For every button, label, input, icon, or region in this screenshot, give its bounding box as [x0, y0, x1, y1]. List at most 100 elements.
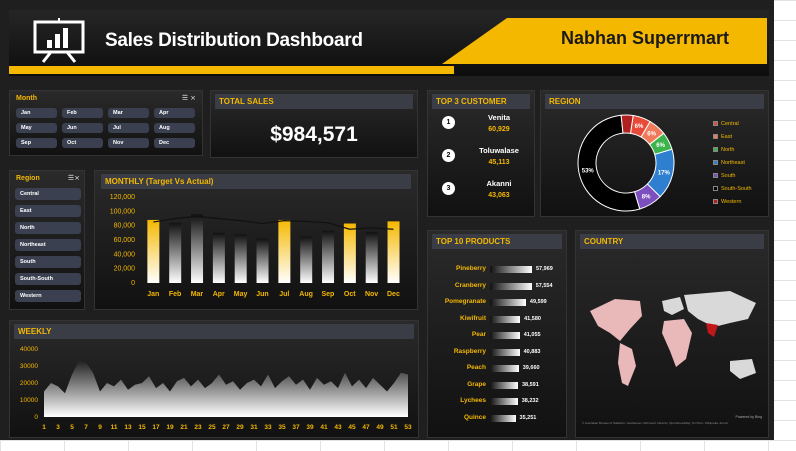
- monthly-bar-nov[interactable]: [365, 232, 378, 283]
- region-option-western[interactable]: Western: [15, 290, 81, 302]
- monthly-bar-dec[interactable]: [387, 221, 400, 283]
- weekly-x-tick: 27: [222, 424, 230, 431]
- month-option-oct[interactable]: Oct: [62, 138, 103, 148]
- region-option-central[interactable]: Central: [15, 188, 81, 200]
- weekly-x-tick: 53: [404, 424, 412, 431]
- region-option-northeast[interactable]: Northeast: [15, 239, 81, 251]
- product-name: Peach: [466, 364, 486, 371]
- legend-swatch: [713, 186, 718, 192]
- monthly-x-tick: Feb: [169, 291, 181, 298]
- total-sales-value: $984,571: [270, 123, 358, 146]
- weekly-x-tick: 31: [250, 424, 258, 431]
- weekly-x-tick: 23: [194, 424, 202, 431]
- product-bar-cranberry[interactable]: [490, 282, 532, 290]
- europe-region: [662, 297, 684, 315]
- month-option-dec[interactable]: Dec: [154, 138, 195, 148]
- customer-rank-badge: 1: [442, 116, 455, 129]
- product-bar-lychees[interactable]: [490, 398, 518, 405]
- monthly-bar-sep[interactable]: [322, 230, 335, 283]
- product-value: 38,232: [521, 398, 539, 404]
- monthly-bar-aug[interactable]: [300, 236, 313, 283]
- donut-slice-western[interactable]: [620, 114, 634, 134]
- monthly-x-tick: Jan: [147, 291, 159, 298]
- product-name: Cranberry: [454, 281, 486, 289]
- weekly-x-tick: 25: [208, 424, 216, 431]
- region-option-north[interactable]: North: [15, 222, 81, 234]
- month-option-feb[interactable]: Feb: [62, 108, 103, 118]
- weekly-x-tick: 49: [376, 424, 384, 431]
- weekly-x-tick: 9: [98, 424, 102, 431]
- weekly-x-tick: 21: [180, 424, 188, 431]
- product-value: 38,591: [521, 381, 539, 388]
- multi-select-icon[interactable]: ☰: [182, 95, 188, 102]
- product-bar-raspberry[interactable]: [490, 348, 520, 356]
- monthly-chart: 0 20,000 40,000 60,000 80,000 100,000 120,000 J…: [110, 194, 400, 298]
- donut-slice-label: 53%: [582, 169, 595, 175]
- product-bar-pineberry[interactable]: [490, 266, 532, 273]
- monthly-card: MONTHLY (Target Vs Actual) 0 20,000 40,000…: [94, 170, 418, 310]
- product-name: Grape: [467, 380, 486, 388]
- month-option-jul[interactable]: Jul: [108, 123, 149, 133]
- top-customers-card: TOP 3 CUSTOMER 1 Venita 60,929 2 Toluwalase 4…: [427, 90, 535, 217]
- region-option-south-south[interactable]: South-South: [15, 273, 81, 285]
- product-bar-kiwifruit[interactable]: [490, 315, 521, 323]
- legend-item-east: East: [713, 134, 732, 140]
- brand-first: Nabhan: [560, 28, 632, 48]
- month-option-apr[interactable]: Apr: [154, 108, 195, 118]
- product-bar-pear[interactable]: [490, 332, 520, 339]
- monthly-bar-oct[interactable]: [343, 223, 356, 283]
- legend-swatch: [713, 134, 718, 140]
- customer-value: 43,063: [488, 192, 510, 199]
- brand-second: Superrmart: [631, 28, 729, 48]
- product-name: Pomegranate: [444, 298, 486, 305]
- product-bar-pomegranate[interactable]: [490, 299, 526, 306]
- product-value: 35,251: [519, 414, 537, 421]
- product-bar-peach[interactable]: [490, 365, 519, 372]
- month-option-nov[interactable]: Nov: [108, 138, 149, 148]
- product-name: Kiwifruit: [460, 314, 486, 322]
- product-bar-quince[interactable]: [490, 414, 516, 422]
- monthly-bar-may[interactable]: [234, 234, 247, 283]
- month-option-may[interactable]: May: [16, 123, 57, 133]
- monthly-bar-jul[interactable]: [278, 219, 291, 283]
- monthly-bar-jun[interactable]: [256, 238, 269, 283]
- presentation-chart-icon: [33, 18, 85, 63]
- product-name: Quince: [463, 413, 486, 421]
- region-title: REGION: [545, 94, 764, 109]
- weekly-area[interactable]: [44, 360, 408, 417]
- legend-swatch: [713, 147, 718, 153]
- customer-rank-badge: 3: [442, 182, 455, 195]
- monthly-bar-mar[interactable]: [191, 214, 204, 283]
- product-bar-grape[interactable]: [490, 381, 518, 389]
- customer-rank-badge: 2: [442, 149, 455, 162]
- monthly-bar-apr[interactable]: [212, 232, 225, 283]
- month-option-jun[interactable]: Jun: [62, 123, 103, 133]
- month-option-sep[interactable]: Sep: [16, 138, 57, 148]
- region-option-south[interactable]: South: [15, 256, 81, 268]
- product-value: 49,599: [529, 299, 547, 305]
- south-america-region: [618, 343, 636, 386]
- monthly-bar-feb[interactable]: [169, 222, 182, 283]
- month-option-jan[interactable]: Jan: [16, 108, 57, 118]
- monthly-y-tick: 100,000: [110, 208, 135, 215]
- world-map[interactable]: [580, 271, 766, 411]
- monthly-x-tick: Aug: [299, 291, 313, 298]
- region-option-east[interactable]: East: [15, 205, 81, 217]
- clear-filter-icon[interactable]: ⨯: [74, 175, 80, 182]
- weekly-y-tick: 10000: [20, 397, 38, 404]
- month-option-aug[interactable]: Aug: [154, 123, 195, 133]
- monthly-x-tick: Oct: [344, 291, 356, 298]
- page-title: Sales Distribution Dashboard: [105, 30, 363, 51]
- month-option-mar[interactable]: Mar: [108, 108, 149, 118]
- clear-filter-icon[interactable]: ⨯: [190, 95, 196, 102]
- top-customers-title: TOP 3 CUSTOMER: [432, 94, 530, 109]
- slicer-icons: ☰⨯: [68, 174, 80, 182]
- monthly-bar-jan[interactable]: [147, 219, 160, 283]
- product-value: 39,660: [522, 365, 540, 371]
- north-america-region: [590, 299, 642, 341]
- monthly-y-tick: 120,000: [110, 194, 135, 201]
- weekly-x-tick: 51: [390, 424, 398, 431]
- dashboard: Sales Distribution Dashboard Nabhan Supe…: [0, 0, 774, 440]
- weekly-x-tick: 13: [124, 424, 132, 431]
- monthly-x-tick: Dec: [387, 291, 400, 298]
